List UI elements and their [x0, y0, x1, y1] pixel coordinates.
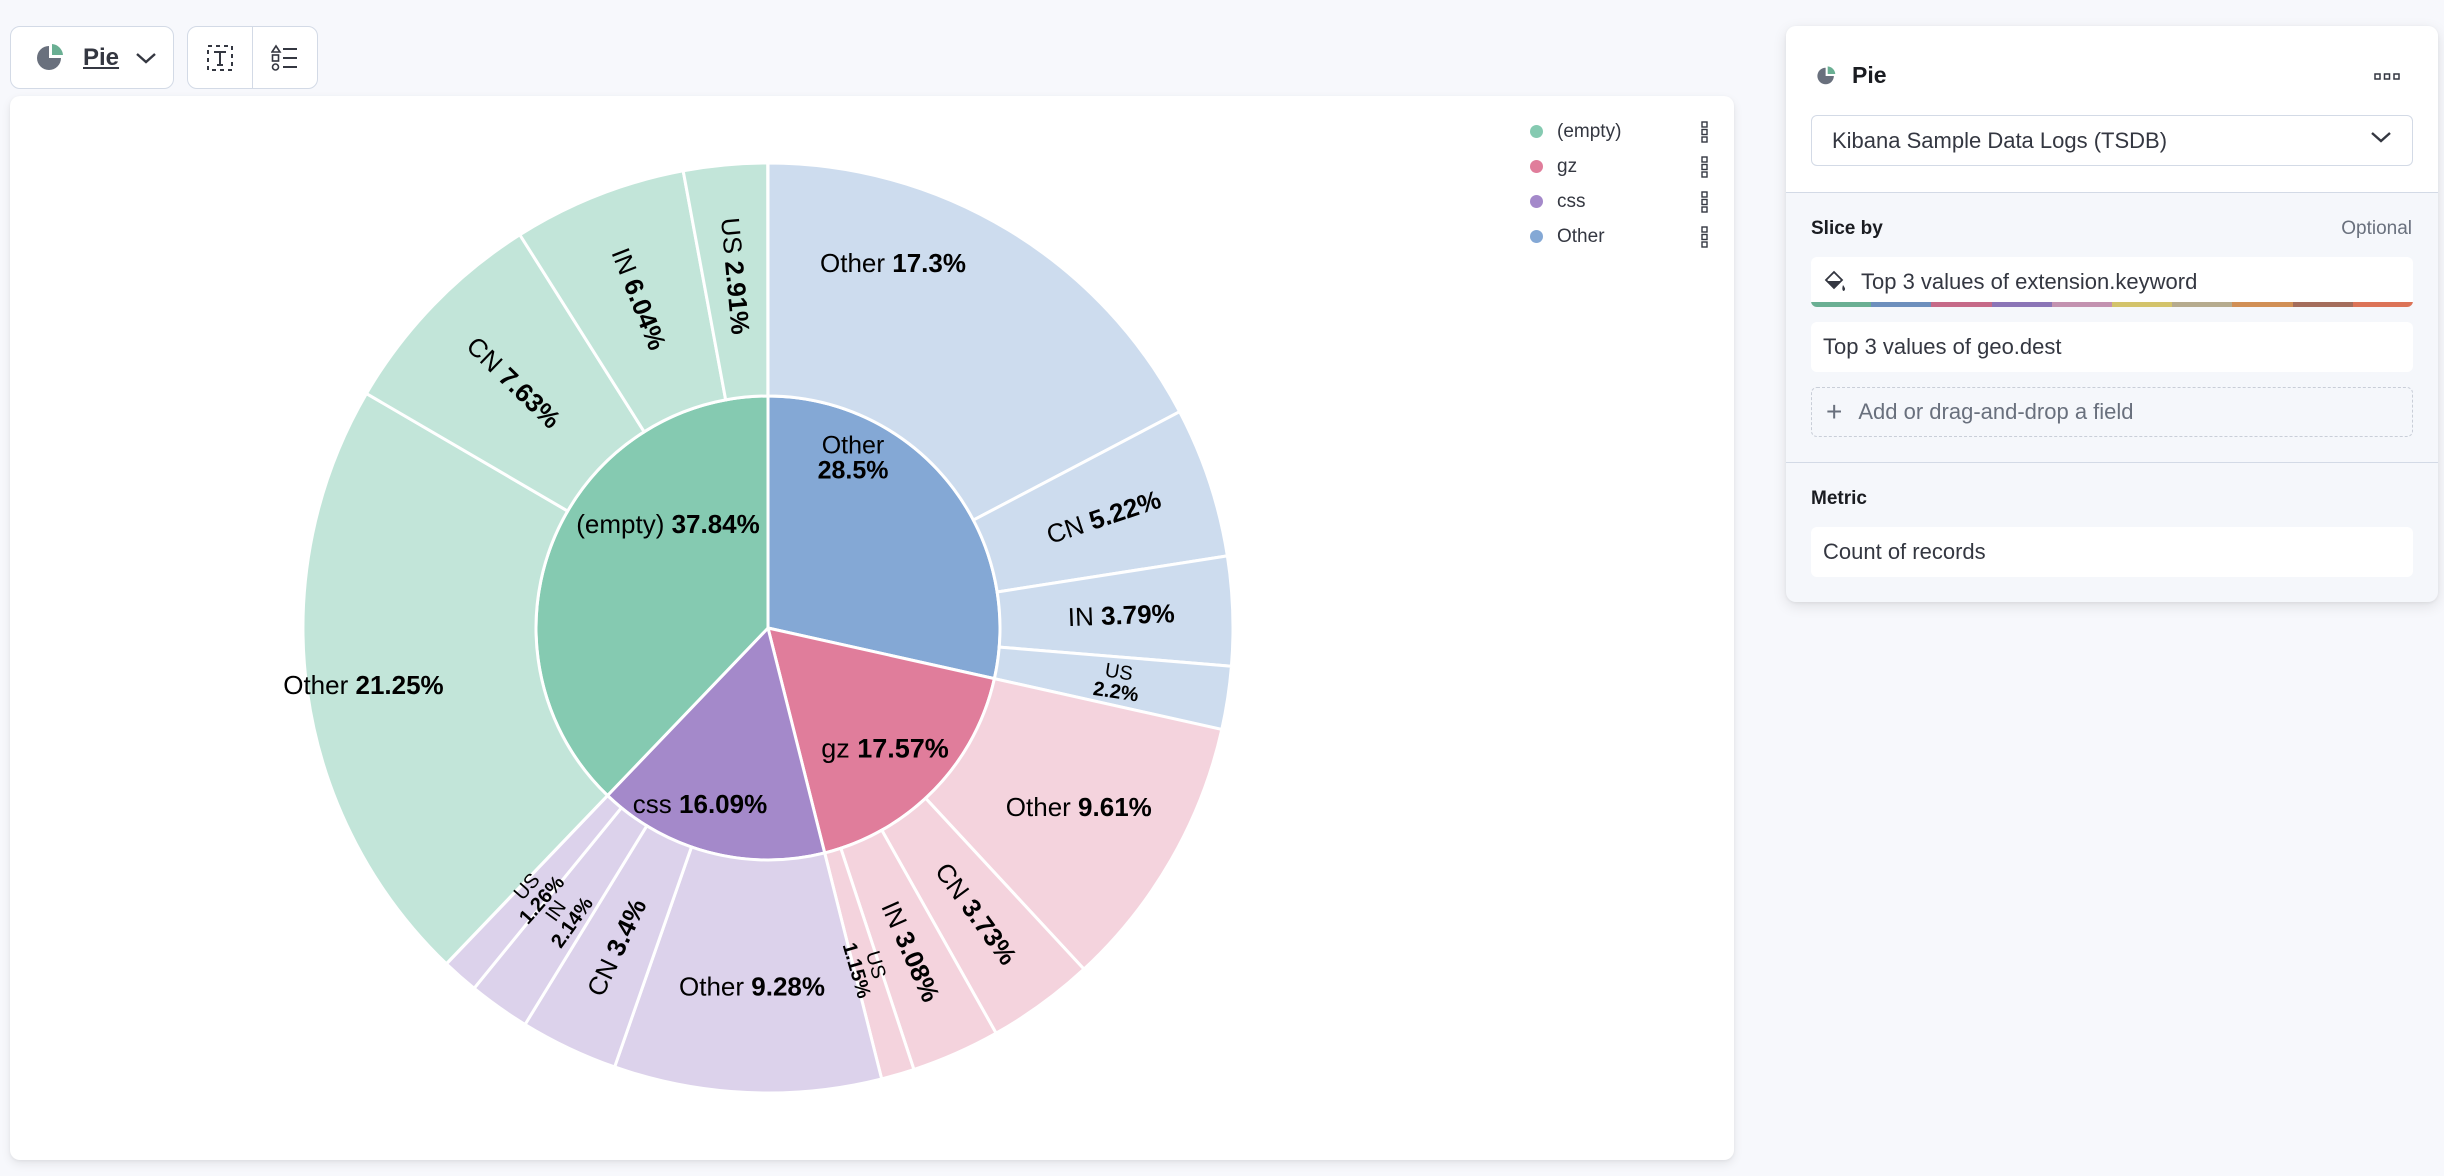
- slice-label-value: 28.5%: [818, 456, 889, 484]
- legend-color-dot: [1530, 125, 1543, 138]
- slice-by-label: Slice by: [1811, 218, 1883, 239]
- add-field-button[interactable]: + Add or drag-and-drop a field: [1811, 387, 2413, 437]
- legend-item-actions-icon[interactable]: [1701, 191, 1709, 213]
- palette-swatch: [1991, 302, 2052, 307]
- legend-settings-button[interactable]: [252, 27, 317, 88]
- layer-config-panel: Pie Kibana Sample Data Logs (TSDB) Slice…: [1786, 26, 2438, 602]
- data-view-label: Kibana Sample Data Logs (TSDB): [1832, 127, 2168, 153]
- slice-label-name: Other: [822, 431, 885, 459]
- slice-label: gz 17.57%: [821, 733, 949, 763]
- slice-label-text: css 16.09%: [633, 789, 767, 819]
- slice-label: Other 21.25%: [283, 670, 443, 700]
- legend-item-actions-icon[interactable]: [1701, 156, 1709, 178]
- slice-label-name: (empty): [576, 509, 671, 539]
- dimension-label: Top 3 values of geo.dest: [1823, 334, 2062, 359]
- palette-swatch: [1811, 302, 1872, 307]
- chart-legend: (empty) gz css Other: [1515, 114, 1715, 254]
- visual-options-group: [187, 26, 318, 89]
- slice-label-name: Other: [1006, 792, 1078, 822]
- sunburst-pie-chart: Other28.5%gz 17.57%css 16.09%(empty) 37.…: [283, 161, 1235, 1095]
- slice-label-name: css: [633, 789, 679, 819]
- color-palette-icon: [1824, 270, 1846, 291]
- slice-label-value: 17.3%: [892, 248, 966, 278]
- slice-label-value: 21.25%: [355, 670, 443, 700]
- slice-by-optional-hint: Optional: [2341, 218, 2412, 239]
- palette-preview-bar: [1811, 302, 2413, 307]
- slice-label-value: 9.28%: [751, 971, 825, 1001]
- slice-label-value: 17.57%: [857, 733, 949, 763]
- legend-item-actions-icon[interactable]: [1701, 121, 1709, 143]
- legend-label[interactable]: (empty): [1557, 121, 1621, 143]
- chart-type-label: Pie: [83, 43, 120, 71]
- slice-label-text: Other 17.3%: [820, 248, 966, 278]
- legend-item[interactable]: css: [1515, 184, 1715, 219]
- slice-label-value: 16.09%: [679, 789, 767, 819]
- legend-label[interactable]: gz: [1557, 156, 1577, 178]
- layer-title: Pie: [1852, 62, 1887, 88]
- slice-label: Other 9.28%: [679, 971, 825, 1001]
- chart-panel: Other 28.5% gz 17.57% css 16.09% (empty) 37.…: [10, 96, 1734, 1160]
- legend-list-icon: [271, 44, 297, 71]
- slice-label-text: Other 9.61%: [1006, 792, 1152, 822]
- legend-color-dot: [1530, 195, 1543, 208]
- plus-icon: +: [1826, 396, 1843, 427]
- text-labels-icon: [207, 44, 233, 71]
- slice-label-text: (empty) 37.84%: [576, 509, 760, 539]
- slice-label: (empty) 37.84%: [576, 509, 760, 539]
- dimension-extension-keyword[interactable]: Top 3 values of extension.keyword: [1811, 257, 2413, 307]
- slice-label-value: 9.61%: [1078, 792, 1152, 822]
- palette-swatch: [1871, 302, 1932, 307]
- legend-item[interactable]: gz: [1515, 149, 1715, 184]
- slice-label-text: Other 21.25%: [283, 670, 443, 700]
- slice-label-name: Other: [679, 971, 751, 1001]
- palette-swatch: [2292, 302, 2353, 307]
- text-labels-button[interactable]: [188, 27, 252, 88]
- slice-label: IN 3.79%: [1067, 598, 1175, 632]
- palette-swatch: [2232, 302, 2293, 307]
- dimension-geo-dest[interactable]: Top 3 values of geo.dest: [1811, 322, 2413, 372]
- legend-label[interactable]: css: [1557, 191, 1586, 213]
- slice-label-text: Other 9.28%: [679, 971, 825, 1001]
- slice-label-value: 3.79%: [1100, 598, 1175, 631]
- data-view-selector[interactable]: Kibana Sample Data Logs (TSDB): [1811, 115, 2413, 166]
- legend-item[interactable]: (empty): [1515, 114, 1715, 149]
- layer-actions-menu-icon[interactable]: [2374, 72, 2400, 82]
- palette-swatch: [2352, 302, 2413, 307]
- metric-label: Metric: [1811, 488, 1867, 509]
- legend-label[interactable]: Other: [1557, 226, 1605, 248]
- slice-label: Other 9.61%: [1006, 792, 1152, 822]
- metric-count-of-records[interactable]: Count of records: [1811, 527, 2413, 577]
- legend-color-dot: [1530, 230, 1543, 243]
- add-field-label: Add or drag-and-drop a field: [1858, 399, 2134, 424]
- dimension-label: Top 3 values of extension.keyword: [1861, 269, 2198, 294]
- palette-swatch: [2112, 302, 2173, 307]
- chevron-down-icon: [136, 52, 156, 64]
- legend-item-actions-icon[interactable]: [1701, 226, 1709, 248]
- metric-value: Count of records: [1823, 539, 1986, 564]
- slice-label-text: IN 3.79%: [1067, 598, 1175, 632]
- slice-label: Other28.5%: [818, 431, 889, 484]
- palette-swatch: [2172, 302, 2233, 307]
- legend-color-dot: [1530, 160, 1543, 173]
- slice-label-name: US: [715, 216, 749, 262]
- pie-chart-icon: [37, 43, 63, 70]
- pie-chart-icon: [1817, 65, 1836, 84]
- legend-item[interactable]: Other: [1515, 219, 1715, 254]
- palette-swatch: [1931, 302, 1992, 307]
- slice-label-value: 37.84%: [672, 509, 760, 539]
- slice-label-name: Other: [283, 670, 355, 700]
- chart-type-selector[interactable]: Pie: [10, 26, 174, 89]
- slice-label-name: Other: [820, 248, 892, 278]
- slice-label-text: gz 17.57%: [821, 733, 949, 763]
- chevron-down-icon: [2371, 132, 2391, 143]
- slice-label: css 16.09%: [633, 789, 767, 819]
- slice-label-name: IN: [1067, 601, 1101, 632]
- slice-label-name: gz: [821, 733, 857, 763]
- section-divider: [1786, 462, 2438, 463]
- palette-swatch: [2051, 302, 2113, 307]
- slice-label: Other 17.3%: [820, 248, 966, 278]
